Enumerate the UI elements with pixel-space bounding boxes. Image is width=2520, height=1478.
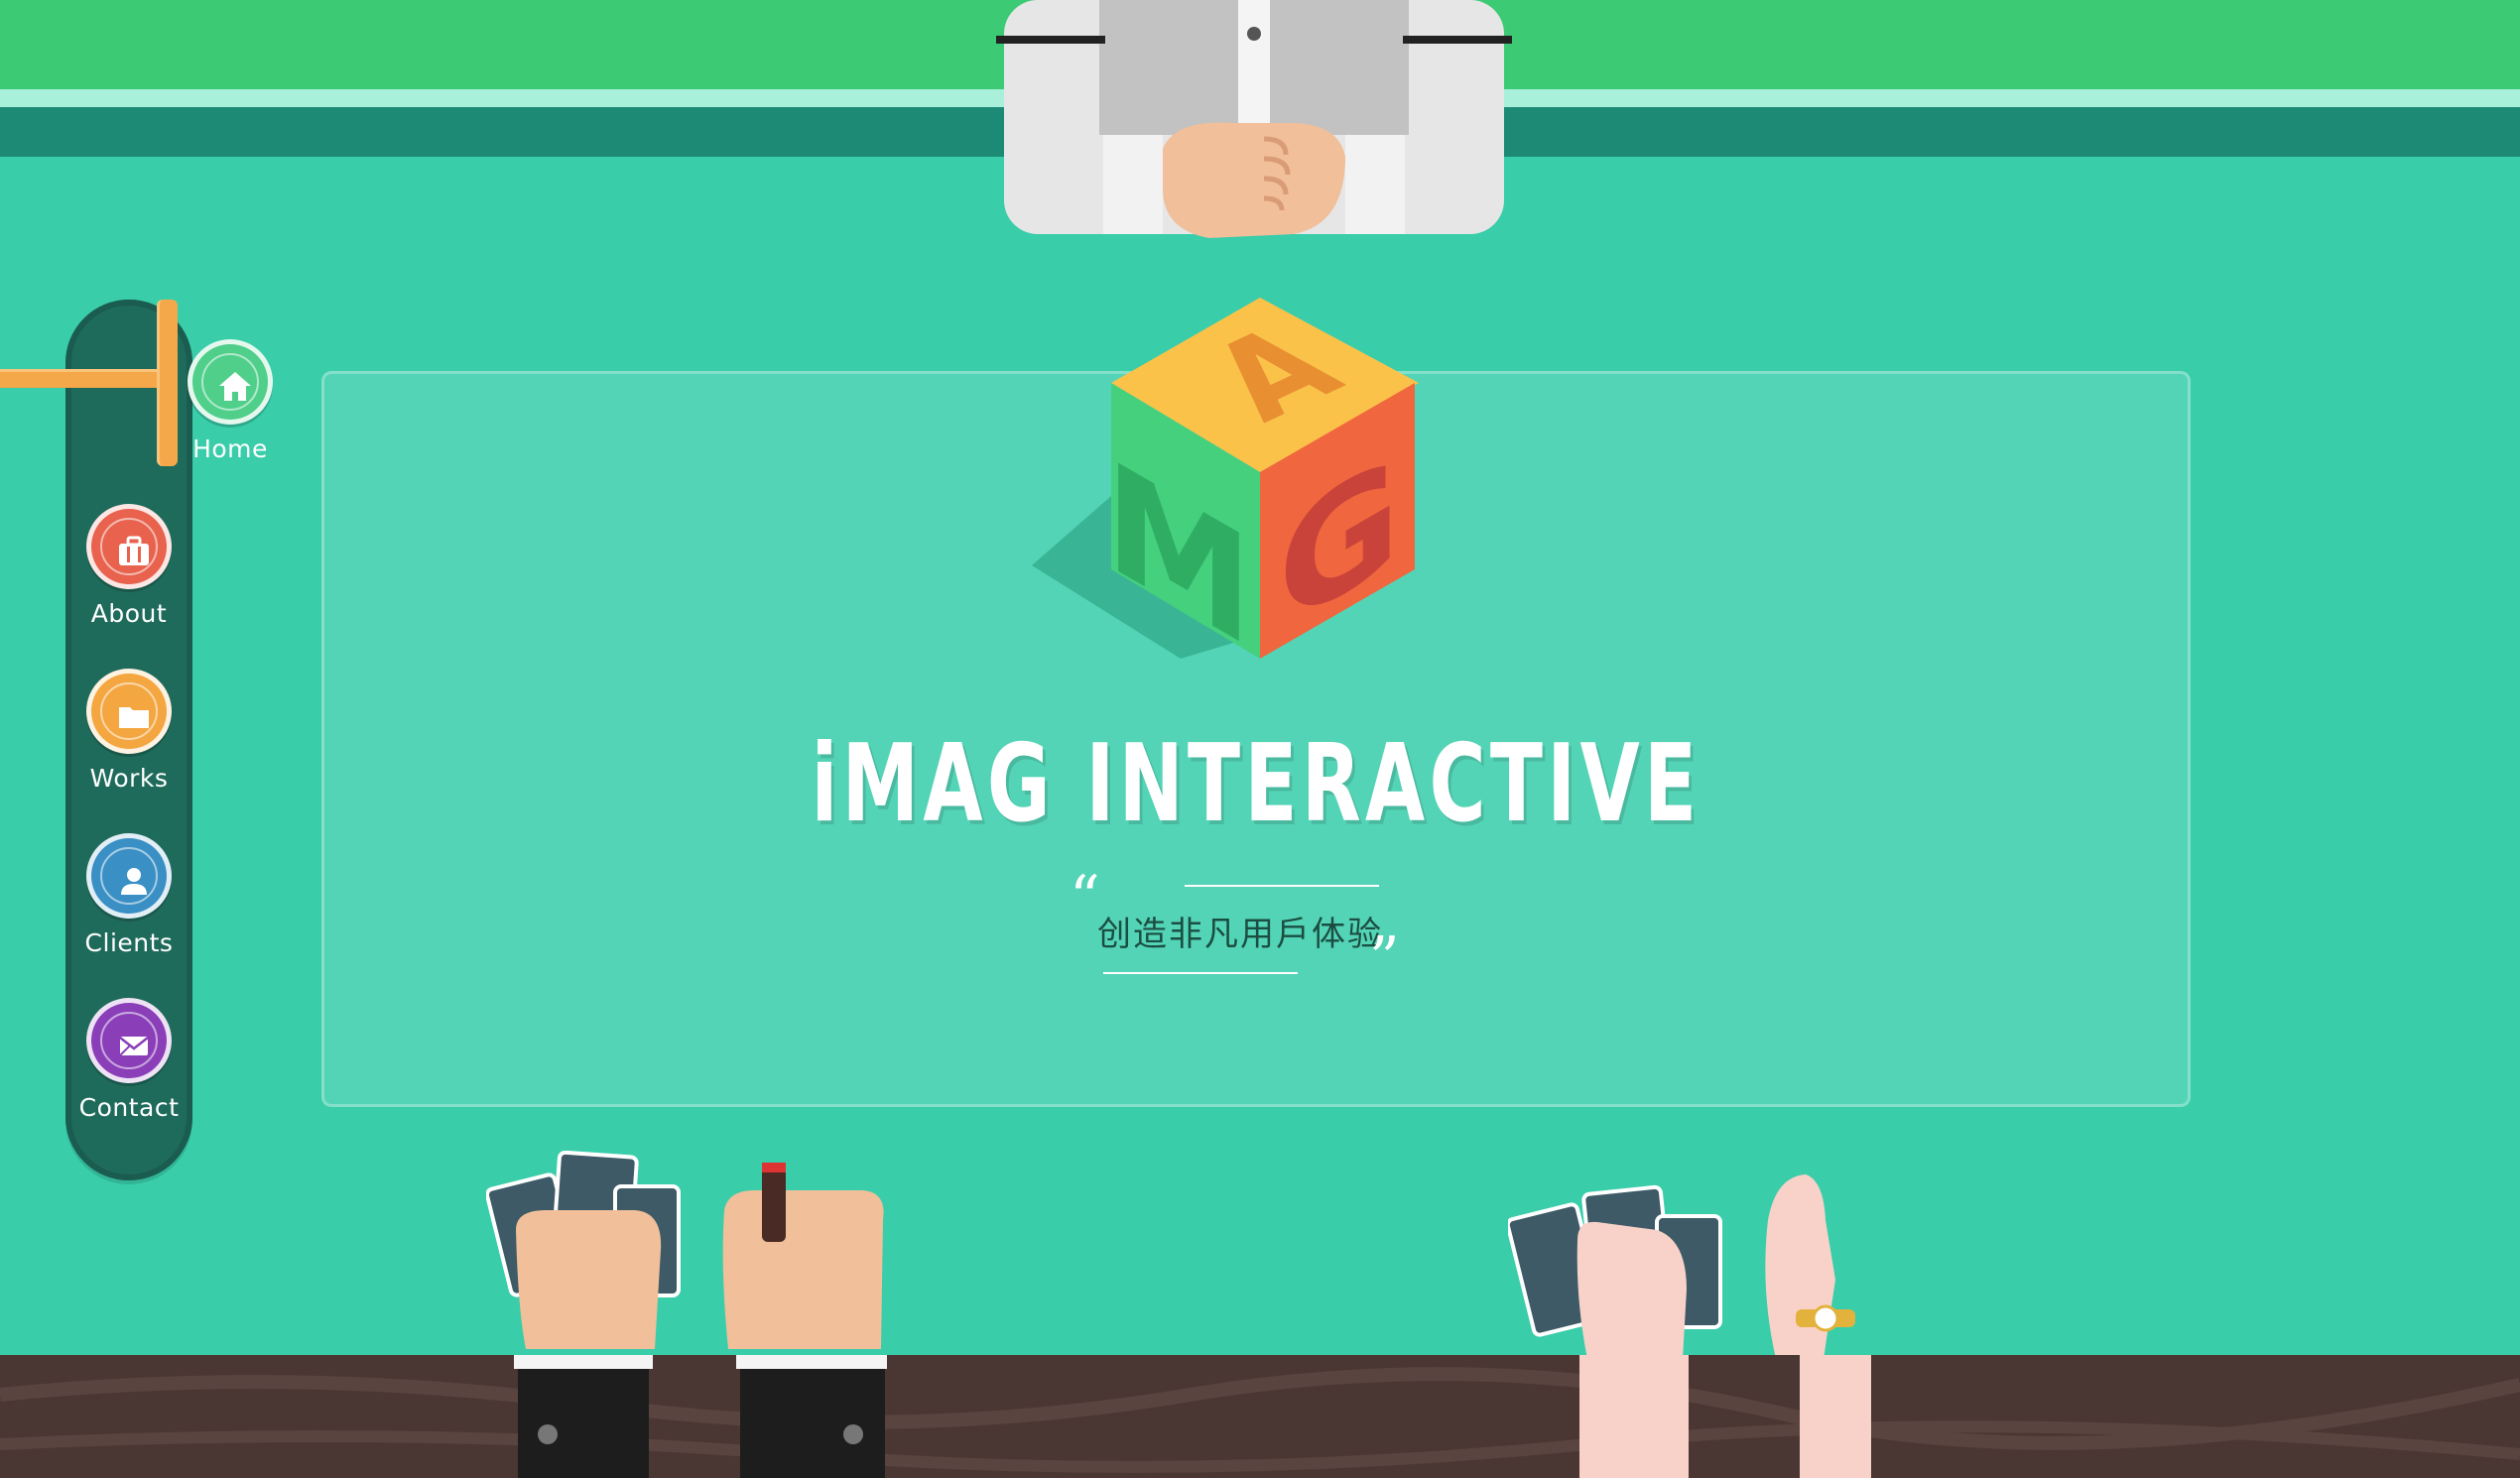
nav-label-home: Home [192,434,268,463]
wooden-floor [0,1355,2520,1478]
envelope-icon [119,1037,149,1056]
player-right-hands [1508,1174,1855,1359]
brand-title: iMAG INTERACTIVE [811,722,1701,846]
nav-clients-button[interactable] [86,833,172,919]
game-scene: A M G iMAG INTERACTIVE “ 创造非凡用戶体验 ” Home [0,0,2520,1478]
player-left-hands [486,1151,884,1349]
user-icon [121,868,147,895]
nav-label-contact: Contact [78,1093,180,1122]
nav-label-about: About [90,599,168,628]
nav-label-clients: Clients [84,928,174,957]
tagline: 创造非凡用戶体验 [1097,915,1383,954]
quote-close-icon: ” [1369,924,1400,994]
nav-home-button[interactable] [188,339,273,425]
nav-item-contact[interactable]: Contact [60,998,198,1122]
tagline-divider-bottom [1103,972,1298,974]
nav-item-works[interactable]: Works [60,669,198,793]
folder-icon [119,707,149,728]
home-icon [219,372,251,401]
nav-item-about[interactable]: About [60,504,198,628]
nav-item-home[interactable]: Home [161,339,300,463]
cube-logo: A M G [1032,298,1419,675]
nav-label-works: Works [89,764,169,793]
dealer-illustration [996,0,1512,238]
nav-item-clients[interactable]: Clients [60,833,198,957]
nav-indicator-rail [0,369,169,388]
briefcase-icon [119,536,149,565]
nav-about-button[interactable] [86,504,172,589]
tagline-divider-top [1185,885,1379,887]
nav-contact-button[interactable] [86,998,172,1083]
nav-works-button[interactable] [86,669,172,754]
tagline-block: “ 创造非凡用戶体验 ” [1062,863,1419,998]
